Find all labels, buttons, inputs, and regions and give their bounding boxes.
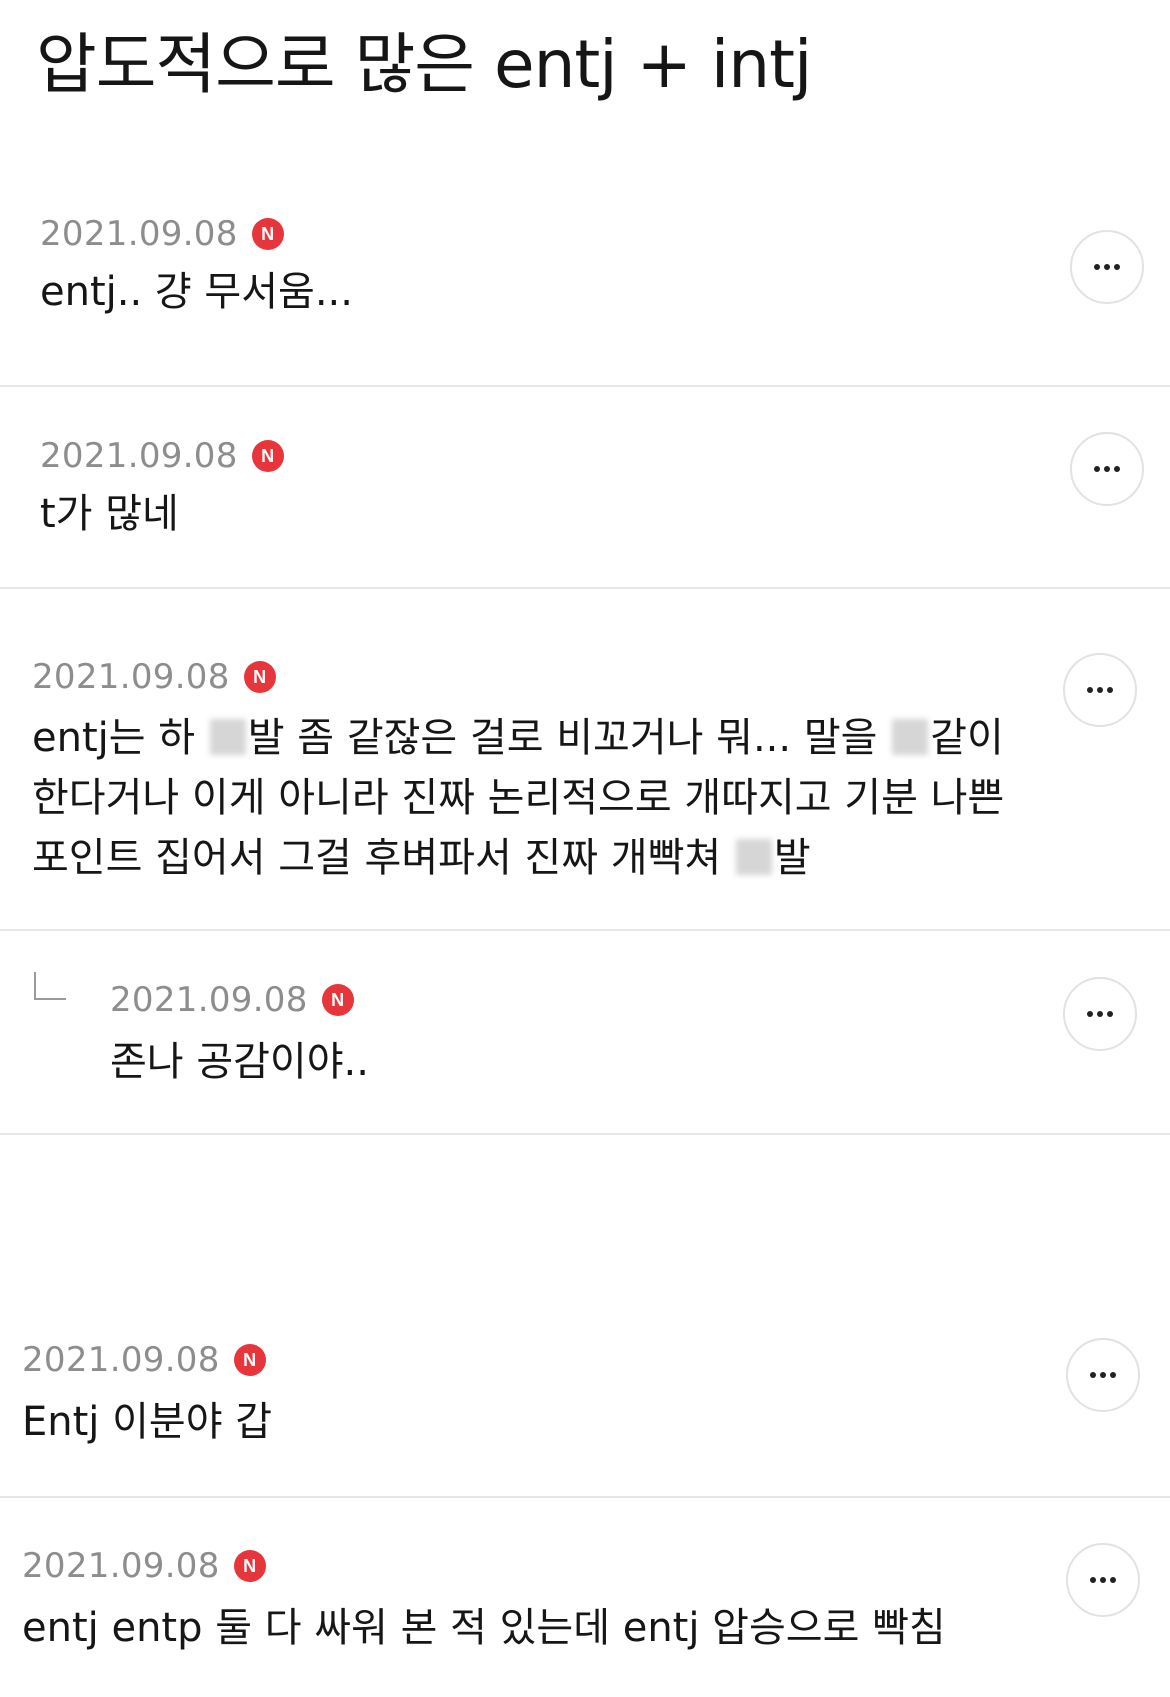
more-options-button[interactable] (1063, 653, 1137, 727)
reply-arrow-icon (34, 972, 66, 1000)
new-badge: N (233, 1550, 266, 1582)
more-options-button[interactable] (1066, 1543, 1140, 1617)
new-badge: N (233, 1344, 266, 1376)
comment-text: 존나 공감이야.. (110, 1039, 369, 1085)
more-options-button[interactable] (1070, 230, 1144, 304)
more-icon (1087, 1011, 1093, 1017)
new-badge: N (243, 661, 276, 693)
comment-text: Entj 이분야 갑 (22, 1399, 273, 1445)
more-options-button[interactable] (1063, 977, 1137, 1051)
censor-blur (209, 719, 246, 755)
comment-date: 2021.09.08 (22, 1340, 220, 1380)
censor-blur (892, 719, 929, 755)
new-badge: N (321, 984, 354, 1016)
more-icon (1094, 264, 1100, 270)
comment-date: 2021.09.08 (40, 214, 238, 254)
comment-text: entj.. 걍 무서움... (40, 269, 353, 315)
post-title: 압도적으로 많은 entj + intj (36, 26, 812, 103)
new-badge: N (251, 218, 284, 250)
divider (0, 587, 1170, 589)
more-options-button[interactable] (1070, 432, 1144, 506)
comment-meta: 2021.09.08 N (22, 1544, 266, 1588)
comment-text: entj entp 둘 다 싸워 본 적 있는데 entj 압승으로 빡침 (22, 1605, 946, 1651)
new-badge: N (251, 440, 284, 472)
comment-date: 2021.09.08 (22, 1546, 220, 1586)
more-icon (1094, 466, 1100, 472)
comment-meta: 2021.09.08 N (40, 212, 284, 256)
divider (0, 1133, 1170, 1135)
more-icon (1090, 1577, 1096, 1583)
comment-date: 2021.09.08 (110, 980, 308, 1020)
more-options-button[interactable] (1066, 1338, 1140, 1412)
comment-meta: 2021.09.08 N (22, 1338, 266, 1382)
comment-meta: 2021.09.08 N (40, 434, 284, 478)
comment-date: 2021.09.08 (40, 436, 238, 476)
comment-meta: 2021.09.08 N (32, 655, 276, 699)
comment-meta: 2021.09.08 N (110, 978, 354, 1022)
divider (0, 929, 1170, 931)
more-icon (1087, 687, 1093, 693)
more-icon (1090, 1372, 1096, 1378)
divider (0, 385, 1170, 387)
comment-date: 2021.09.08 (32, 657, 230, 697)
divider (0, 1496, 1170, 1498)
censor-blur (735, 839, 772, 875)
comment-text: t가 많네 (40, 491, 179, 537)
comment-text: entj는 하 발 좀 같잖은 걸로 비꼬거나 뭐... 말을 같이 한다거나 … (32, 715, 1005, 881)
